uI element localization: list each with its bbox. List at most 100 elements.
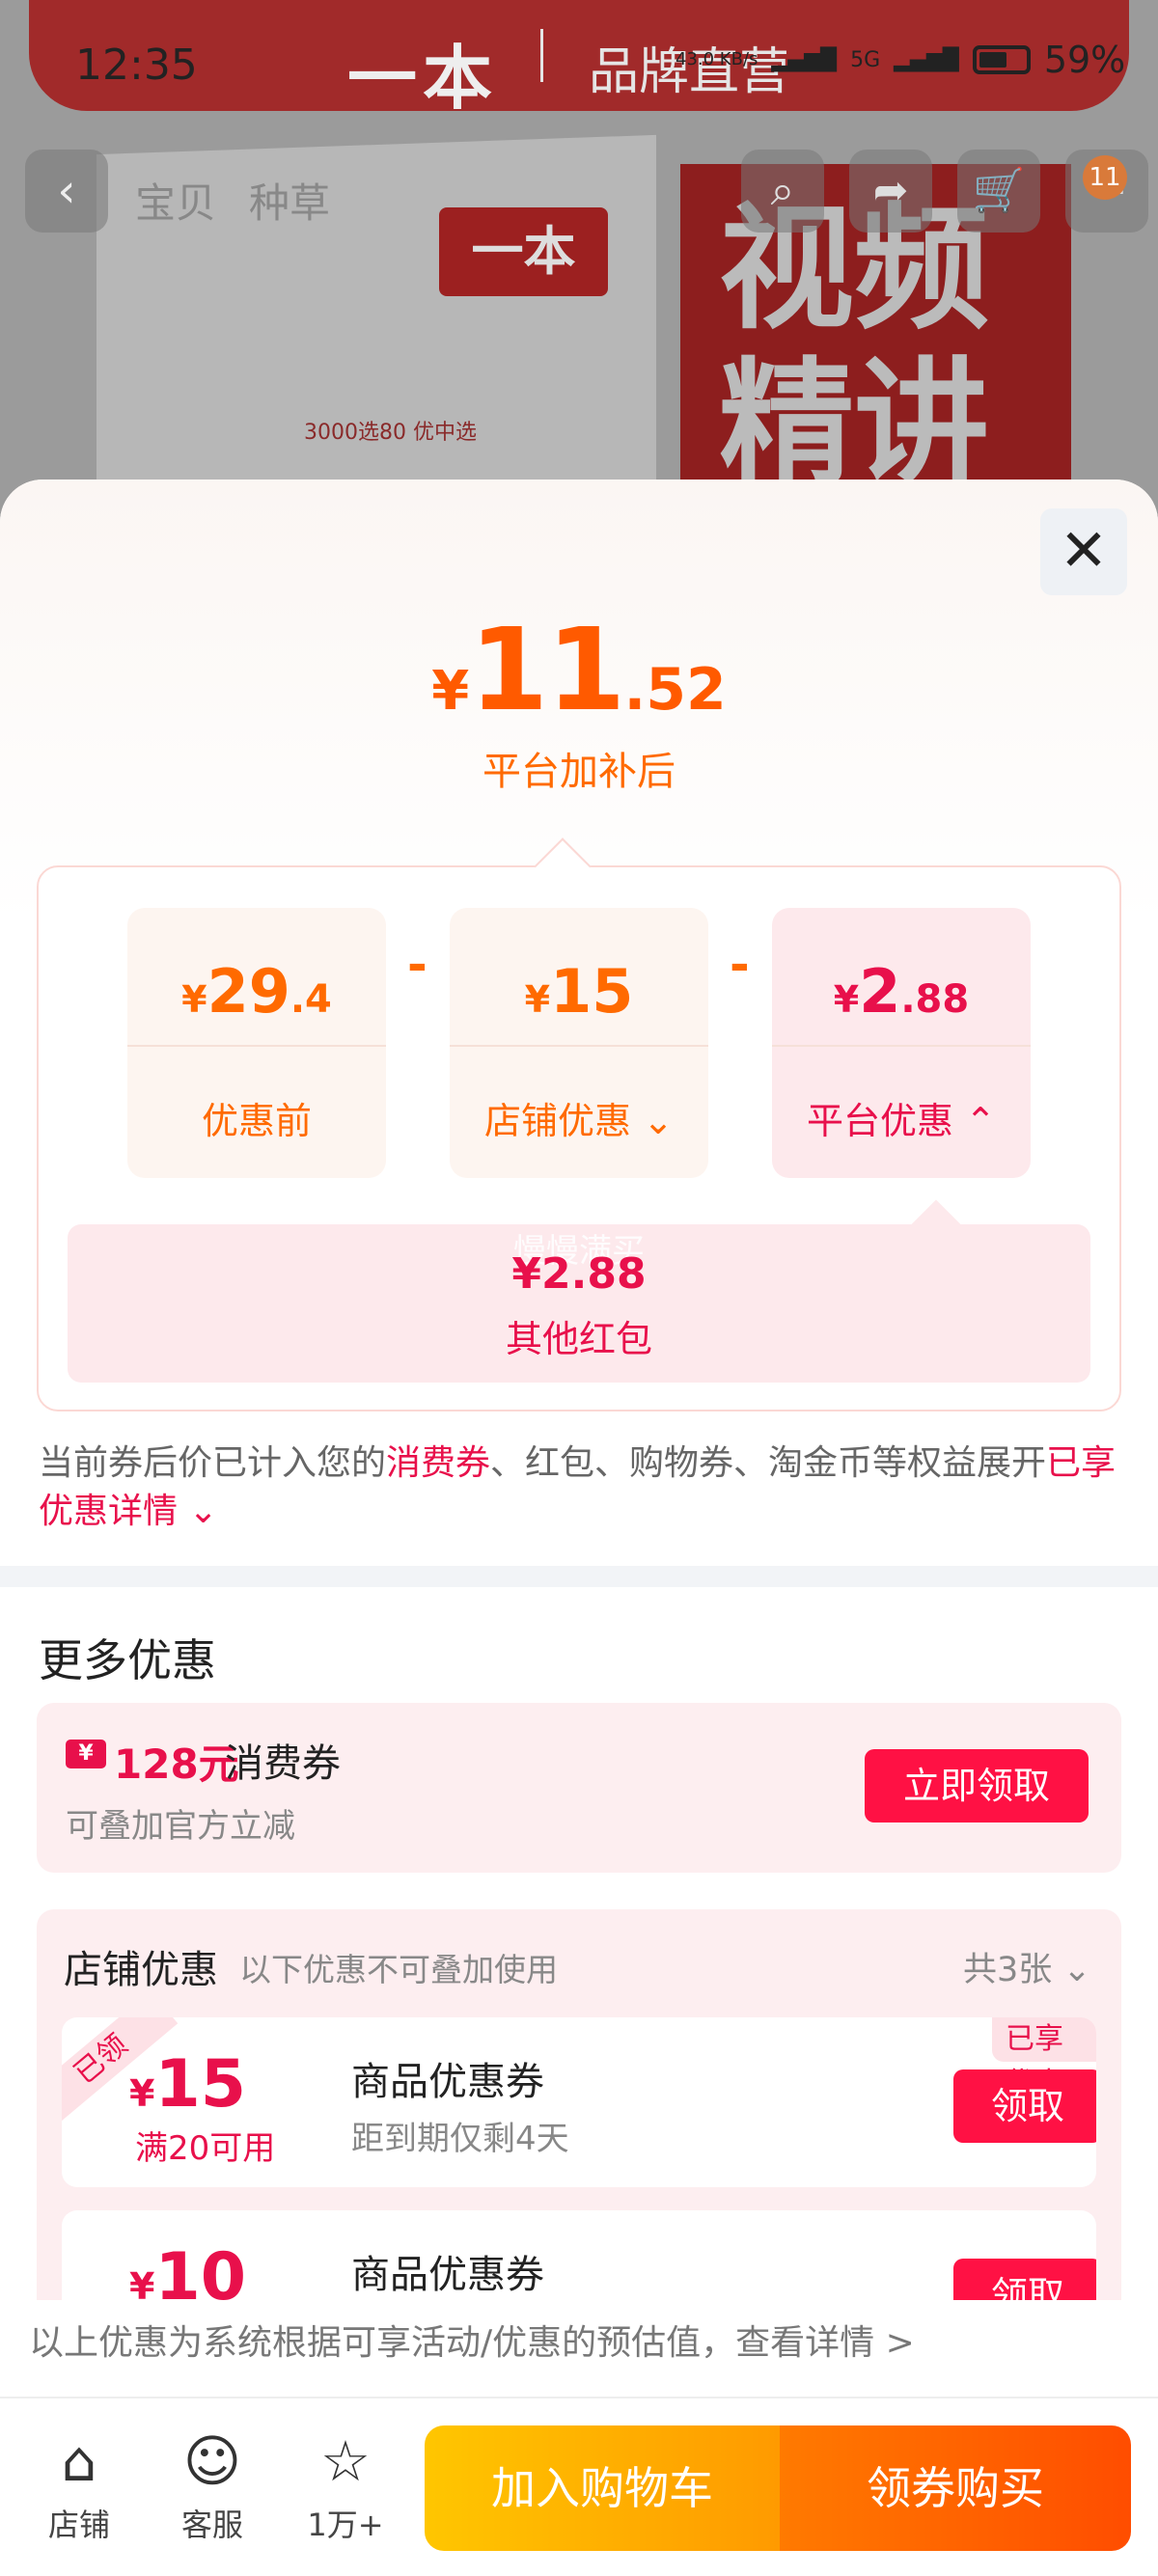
claim-now-button[interactable]: 立即领取 [865,1749,1089,1822]
coupon-count-text: 共3张 [963,1951,1053,1989]
chat-face-icon: ☺ [182,2428,242,2494]
platform-discount-cell[interactable]: ¥2.88 平台优惠 ⌃ [772,908,1031,1178]
search-button[interactable]: ⌕ [741,150,824,233]
consumer-coupon-card: ¥ 128元 消费券 可叠加官方立减 立即领取 [37,1703,1121,1873]
shop-nav-label: 店铺 [47,2507,110,2543]
status-time: 12:35 [75,41,198,90]
currency-symbol: ¥ [129,2072,155,2115]
coupon-value: 15 [154,2046,247,2123]
buy-with-coupon-button[interactable]: 领券购买 [780,2425,1131,2551]
favorite-count: 1万+ [307,2507,384,2543]
claim-coupon-button[interactable]: 领取 [953,2069,1096,2143]
red-packet-label: 其他红包 [505,1318,652,1360]
currency-symbol: ¥ [833,978,860,1021]
ticket-icon: ¥ [66,1740,106,1768]
signal-icon: ▂▄▆█ [771,47,838,72]
star-icon: ☆ [320,2428,371,2494]
price-integer: 11 [469,603,625,736]
platform-discount-text: 平台优惠 [807,1100,954,1142]
cart-icon: 🛒 [972,166,1026,215]
price-before-label: 优惠前 [201,1100,312,1142]
tab-zhongcao[interactable]: 种草 [249,171,330,230]
minus-sign: - [730,937,750,993]
chevron-up-icon: ⌃ [965,1100,996,1142]
cell-divider [450,1045,708,1047]
chevron-down-icon: ⌄ [178,1492,218,1531]
platform-discount-label: 平台优惠 ⌃ [772,1091,1031,1144]
consumer-coupon-amount: 128元 [114,1740,239,1788]
notice-highlight-consumer-coupon: 消费券 [386,1443,491,1483]
value-integer: 2 [859,956,901,1027]
value-decimal: .4 [290,977,332,1022]
minus-sign: - [407,937,427,993]
favorite-button[interactable]: ☆ 1万+ [288,2427,403,2545]
customer-service-button[interactable]: ☺ 客服 [154,2427,270,2545]
price-caption: 平台加补后 [482,750,676,794]
discount-notice: 当前券后价已计入您的消费券、红包、购物券、淘金币等权益展开已享优惠详情 ⌄ [39,1439,1119,1536]
network-type: 5G [850,47,881,72]
cell-divider [127,1045,386,1047]
add-to-cart-button[interactable]: 加入购物车 [425,2425,780,2551]
coupon-sheet: ✕ ¥11.52 平台加补后 ¥29.4 优惠前 - ¥15 店铺优惠 ⌄ - … [0,480,1158,2576]
shop-nav-button[interactable]: ⌂ 店铺 [21,2427,137,2545]
share-icon: ➦ [872,166,909,215]
book-caption: 3000选80 优中选 [304,421,477,445]
currency-symbol: ¥ [524,978,551,1021]
back-button[interactable]: ‹ [25,150,108,233]
value-integer: 29 [207,956,290,1027]
price-currency: ¥ [431,660,470,723]
close-button[interactable]: ✕ [1040,508,1127,595]
price-before-cell: ¥29.4 优惠前 [127,908,386,1178]
price-before-value: ¥29.4 [127,956,386,1027]
final-price: ¥11.52 [0,603,1158,736]
cart-count-badge: 11 [1083,155,1127,200]
currency-symbol: ¥ [181,978,207,1021]
shop-coupons-title: 店铺优惠 [64,1948,218,1992]
more-discounts-title: 更多优惠 [39,1634,216,1686]
enjoyed-badge: 已享优惠 [992,2017,1096,2100]
estimate-disclaimer-link[interactable]: 以上优惠为系统根据可享活动/优惠的预估值，查看详情 > [0,2300,1158,2397]
shop-coupons-count[interactable]: 共3张 ⌄ [963,1942,1091,1991]
signal-icon-2: ▂▄▆█ [894,47,959,72]
battery-icon [972,45,1031,74]
consumer-coupon-note: 可叠加官方立减 [66,1807,295,1846]
chevron-left-icon: ‹ [57,164,76,218]
platform-discount-value: ¥2.88 [772,956,1031,1027]
share-button[interactable]: ➦ [849,150,932,233]
shop-discount-cell[interactable]: ¥15 店铺优惠 ⌄ [450,908,708,1178]
close-icon: ✕ [1059,517,1109,585]
section-divider [0,1566,1158,1587]
top-nav: ‹ 宝贝 种草 ⌕ ➦ 🛒 ⋯ 11 [0,150,1158,236]
status-bar: 12:35 43.0 KB/s ▂▄▆█ 5G ▂▄▆█ 59% [0,0,1158,135]
red-packet-amount: ¥2.88 [511,1249,647,1299]
store-icon: ⌂ [61,2428,97,2494]
coupon-condition: 满20可用 [135,2129,276,2168]
price-decimal: .52 [623,656,727,724]
tab-baobei[interactable]: 宝贝 [135,171,216,230]
shop-discount-value: ¥15 [450,956,708,1027]
value-decimal: .88 [900,977,970,1022]
shop-coupon-item: 已领 ¥15 满20可用 商品优惠券 距到期仅剩4天 已享优惠 领取 [62,2017,1096,2187]
search-icon: ⌕ [770,166,795,215]
price-breakdown: ¥29.4 优惠前 - ¥15 店铺优惠 ⌄ - ¥2.88 平台优惠 ⌃ 慢慢… [37,865,1121,1411]
cart-button[interactable]: 🛒 [957,150,1040,233]
chevron-down-icon: ⌄ [1062,1951,1091,1989]
network-speed: 43.0 KB/s [676,49,758,69]
shop-coupons-hint: 以下优惠不可叠加使用 [239,1951,558,1988]
notice-text: 当前券后价已计入您的 [39,1443,387,1483]
cell-divider [772,1045,1031,1047]
consumer-coupon-kind: 消费券 [225,1741,341,1786]
coupon-amount: ¥15 [129,2046,246,2123]
chevron-down-icon: ⌄ [643,1100,674,1142]
video-promo-text: 视频精讲 [719,191,990,503]
value-integer: 15 [550,956,634,1027]
customer-service-label: 客服 [180,2507,243,2543]
status-icons: 43.0 KB/s ▂▄▆█ 5G ▂▄▆█ 59% [676,39,1125,81]
bottom-action-bar: ⌂ 店铺 ☺ 客服 ☆ 1万+ 加入购物车 领券购买 [0,2397,1158,2576]
coupon-expiry: 距到期仅剩4天 [351,2120,569,2158]
notice-text: 、红包、购物券、淘金币等权益展开 [490,1443,1047,1483]
shop-discount-label: 店铺优惠 ⌄ [450,1091,708,1144]
battery-percent: 59% [1043,39,1126,81]
coupon-name: 商品优惠券 [351,2060,544,2104]
platform-discount-detail: 慢慢满买 ¥2.88 其他红包 [68,1224,1090,1383]
